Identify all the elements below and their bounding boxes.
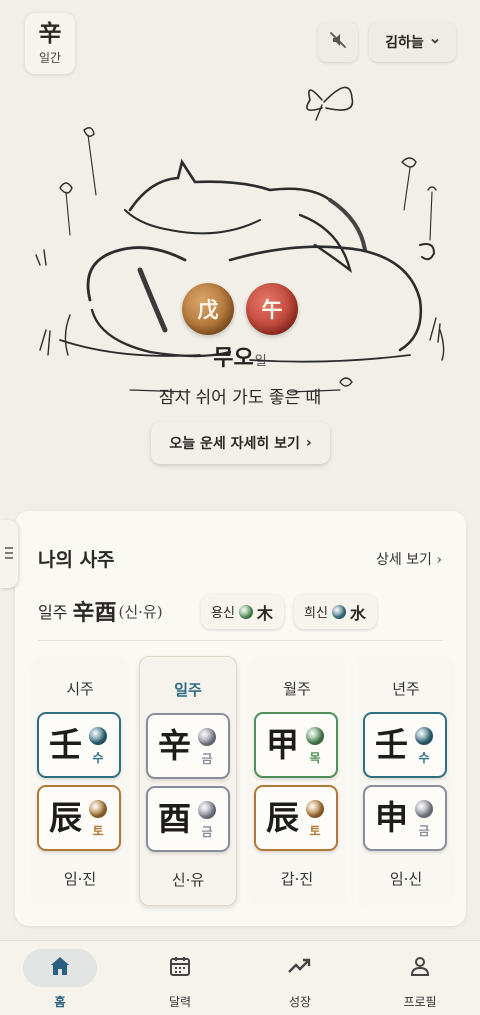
day-name-text: 무오: [213, 346, 254, 371]
branch-element: 금: [201, 825, 213, 839]
element-orb-icon: [89, 800, 107, 818]
chevron-down-icon: [430, 34, 440, 50]
huisin-element: 水: [349, 603, 366, 623]
pillar-label: 일주: [174, 681, 202, 699]
day-stem-orb: 戊: [182, 283, 234, 335]
yongsin-label: 용신: [211, 606, 235, 621]
nav-icon-container: [263, 949, 337, 987]
nav-label: 성장: [288, 995, 312, 1009]
element-orb-icon: [415, 727, 433, 745]
earthly-branch-tile: 酉 금: [146, 786, 230, 852]
pillar-day[interactable]: 일주 辛 금 酉 금 신·유: [139, 656, 237, 906]
earthly-branch-tile: 申 금: [363, 785, 447, 851]
pillar-reading: 신·유: [171, 871, 205, 889]
home-icon: [48, 954, 72, 982]
pillar-hour[interactable]: 시주 壬 수 辰 토 임·진: [31, 656, 129, 906]
ilju-hanja: 辛酉: [72, 600, 117, 626]
branch-element: 토: [92, 824, 104, 838]
pillar-reading: 임·신: [389, 870, 423, 888]
pillar-label: 년주: [392, 680, 420, 698]
trending-up-icon: [287, 954, 313, 982]
stem-char: 壬: [49, 725, 82, 764]
heavenly-stem-tile: 辛 금: [146, 713, 230, 779]
day-pillar-name: 무오일: [0, 340, 480, 372]
branch-element: 금: [418, 824, 430, 838]
element-orb-icon: [306, 727, 324, 745]
stem-element: 수: [92, 751, 104, 765]
bottom-navigation: 홈 달력 성장 프로필: [0, 940, 480, 1015]
day-master-label: 일간: [38, 51, 62, 65]
wood-element-icon: [238, 604, 253, 619]
element-orb-icon: [415, 800, 433, 818]
nav-label: 프로필: [403, 995, 437, 1009]
nav-growth[interactable]: 성장: [240, 941, 360, 1015]
branch-char: 辰: [49, 798, 82, 837]
nav-icon-container: [23, 949, 97, 987]
day-branch-orb: 午: [246, 283, 298, 335]
ilju-reading: (신·유): [118, 602, 163, 621]
nav-icon-container: [383, 949, 457, 987]
stem-char: 辛: [158, 726, 191, 765]
hero-section: 戊 午 무오일 잠시 쉬어 가도 좋은 때 오늘 운세 자세히 보기 ›: [0, 70, 480, 510]
earthly-branch-tile: 辰 토: [254, 785, 338, 851]
nav-label: 달력: [168, 995, 192, 1009]
stem-element: 목: [309, 751, 321, 765]
card-divider: [38, 640, 443, 641]
nav-profile[interactable]: 프로필: [360, 941, 480, 1015]
pillar-month[interactable]: 월주 甲 목 辰 토 갑·진: [248, 656, 346, 906]
water-element-icon: [331, 604, 346, 619]
day-message: 잠시 쉬어 가도 좋은 때: [158, 388, 322, 408]
huisin-label: 희신: [304, 606, 328, 621]
pillar-reading: 임·진: [63, 870, 97, 888]
pillar-label: 월주: [283, 680, 311, 698]
heavenly-stem-tile: 壬 수: [363, 712, 447, 778]
stem-element: 금: [201, 752, 213, 766]
day-master-char: 辛: [38, 20, 62, 47]
menu-icon: [4, 545, 14, 564]
side-drawer-tab[interactable]: [0, 520, 18, 588]
element-orb-icon: [198, 801, 216, 819]
branch-char: 申: [375, 798, 408, 837]
yongsin-chip[interactable]: 용신 木: [201, 594, 284, 629]
element-orb-icon: [89, 727, 107, 745]
stem-char: 甲: [266, 725, 299, 764]
pillar-label: 시주: [66, 680, 94, 698]
branch-element: 토: [309, 824, 321, 838]
chevron-right-icon: ›: [305, 435, 312, 451]
element-orb-icon: [198, 728, 216, 746]
earthly-branch-tile: 辰 토: [37, 785, 121, 851]
saju-card: 나의 사주 상세 보기 › 일주 辛酉 (신·유) 용신 木 희신 水 시주 壬…: [15, 511, 466, 926]
stem-char: 壬: [375, 725, 408, 764]
user-name: 김하늘: [385, 35, 424, 51]
pillar-reading: 갑·진: [280, 870, 314, 888]
sound-toggle-button[interactable]: [318, 22, 358, 62]
day-name-suffix: 일: [254, 354, 267, 369]
fortune-detail-button[interactable]: 오늘 운세 자세히 보기 ›: [151, 422, 330, 464]
nav-icon-container: [143, 949, 217, 987]
huisin-chip[interactable]: 희신 水: [294, 594, 377, 629]
yongsin-element: 木: [256, 603, 273, 623]
fortune-detail-label: 오늘 운세 자세히 보기: [169, 436, 300, 452]
pillar-year[interactable]: 년주 壬 수 申 금 임·신: [357, 656, 455, 906]
branch-char: 辰: [266, 798, 299, 837]
ilju-summary: 일주 辛酉 (신·유): [38, 594, 163, 628]
nav-calendar[interactable]: 달력: [120, 941, 240, 1015]
stem-element: 수: [418, 751, 430, 765]
nav-label: 홈: [54, 995, 66, 1009]
saju-detail-link[interactable]: 상세 보기 ›: [376, 549, 442, 569]
nav-home[interactable]: 홈: [0, 941, 120, 1015]
branch-char: 酉: [158, 799, 191, 838]
profile-icon: [408, 954, 432, 982]
calendar-icon: [168, 954, 192, 982]
speaker-off-icon: [328, 30, 348, 54]
day-master-badge[interactable]: 辛 일간: [25, 13, 75, 74]
ilju-label: 일주: [38, 603, 68, 622]
saju-card-title: 나의 사주: [38, 549, 115, 571]
heavenly-stem-tile: 甲 목: [254, 712, 338, 778]
element-orb-icon: [306, 800, 324, 818]
heavenly-stem-tile: 壬 수: [37, 712, 121, 778]
user-switch-button[interactable]: 김하늘: [369, 22, 456, 62]
